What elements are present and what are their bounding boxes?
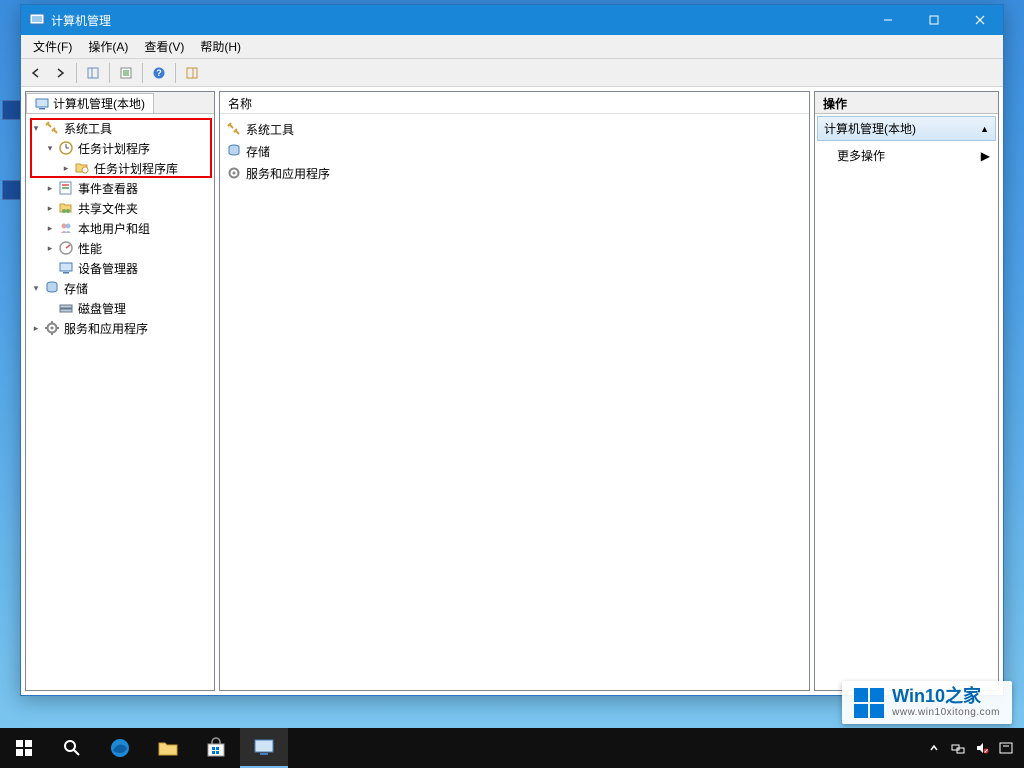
expander-icon[interactable]: ▸: [44, 202, 56, 214]
actions-more[interactable]: 更多操作 ▶: [815, 143, 998, 168]
tree-performance[interactable]: ▸ 性能: [28, 238, 212, 258]
list-item-system-tools[interactable]: 系统工具: [226, 118, 803, 140]
storage-icon: [226, 143, 242, 159]
forward-button[interactable]: [49, 62, 71, 84]
tree-root-label: 计算机管理(本地): [53, 95, 145, 112]
tree-device-manager[interactable]: ▸ 设备管理器: [28, 258, 212, 278]
show-hide-tree-button[interactable]: [82, 62, 104, 84]
expander-icon[interactable]: ▸: [44, 182, 56, 194]
expander-icon[interactable]: ▸: [30, 322, 42, 334]
tray-network-icon[interactable]: [950, 740, 966, 756]
list-item-services-apps[interactable]: 服务和应用程序: [226, 162, 803, 184]
expander-icon[interactable]: ▸: [44, 242, 56, 254]
close-button[interactable]: [957, 5, 1003, 35]
menu-action[interactable]: 操作(A): [80, 35, 136, 58]
tree-event-viewer[interactable]: ▸ 事件查看器: [28, 178, 212, 198]
tree: ▾ 系统工具 ▾ 任务计划程序 ▸ 任务计划程序库 ▸ 事: [26, 114, 214, 690]
start-button[interactable]: [0, 728, 48, 768]
tools-icon: [44, 120, 60, 136]
watermark-main: Win10之家: [892, 687, 1000, 707]
device-manager-icon: [58, 260, 74, 276]
tools-icon: [226, 121, 242, 137]
back-button[interactable]: [25, 62, 47, 84]
actions-pane: 操作 计算机管理(本地) ▲ 更多操作 ▶: [814, 91, 999, 691]
computer-management-window: 计算机管理 文件(F) 操作(A) 查看(V) 帮助(H) ? 计算机管: [20, 4, 1004, 696]
clock-icon: [58, 140, 74, 156]
maximize-button[interactable]: [911, 5, 957, 35]
minimize-button[interactable]: [865, 5, 911, 35]
taskbar-computer-management[interactable]: [240, 728, 288, 768]
tree-task-scheduler[interactable]: ▾ 任务计划程序: [28, 138, 212, 158]
menubar: 文件(F) 操作(A) 查看(V) 帮助(H): [21, 35, 1003, 59]
titlebar[interactable]: 计算机管理: [21, 5, 1003, 35]
taskbar: [0, 728, 1024, 768]
storage-icon: [44, 280, 60, 296]
tree-disk-management[interactable]: ▸ 磁盘管理: [28, 298, 212, 318]
collapse-icon: ▲: [980, 124, 989, 134]
expander-icon[interactable]: ▸: [60, 162, 72, 174]
chevron-right-icon: ▶: [981, 149, 990, 163]
watermark-url: www.win10xitong.com: [892, 707, 1000, 718]
tree-root-tab[interactable]: 计算机管理(本地): [26, 93, 154, 113]
column-header-name[interactable]: 名称: [220, 92, 809, 114]
list-item-storage[interactable]: 存储: [226, 140, 803, 162]
users-icon: [58, 220, 74, 236]
services-icon: [44, 320, 60, 336]
window-title: 计算机管理: [51, 12, 865, 29]
watermark: Win10之家 www.win10xitong.com: [842, 681, 1012, 724]
tree-system-tools[interactable]: ▾ 系统工具: [28, 118, 212, 138]
shared-folder-icon: [58, 200, 74, 216]
taskbar-store[interactable]: [192, 728, 240, 768]
help-button[interactable]: ?: [148, 62, 170, 84]
tree-services-apps[interactable]: ▸ 服务和应用程序: [28, 318, 212, 338]
tree-local-users[interactable]: ▸ 本地用户和组: [28, 218, 212, 238]
app-icon: [29, 12, 45, 28]
expander-icon[interactable]: ▾: [30, 282, 42, 294]
expander-icon[interactable]: ▸: [44, 222, 56, 234]
properties-button[interactable]: [115, 62, 137, 84]
expander-icon[interactable]: ▾: [44, 142, 56, 154]
windows-logo-icon: [854, 688, 884, 718]
toolbar: ?: [21, 59, 1003, 87]
tree-storage[interactable]: ▾ 存储: [28, 278, 212, 298]
expander-icon[interactable]: ▾: [30, 122, 42, 134]
taskbar-explorer[interactable]: [144, 728, 192, 768]
disk-mgmt-icon: [58, 300, 74, 316]
performance-icon: [58, 240, 74, 256]
svg-text:?: ?: [156, 68, 162, 78]
system-tray[interactable]: [926, 740, 1024, 756]
tree-shared-folders[interactable]: ▸ 共享文件夹: [28, 198, 212, 218]
list-pane: 名称 系统工具 存储 服务和应用程序: [219, 91, 810, 691]
event-viewer-icon: [58, 180, 74, 196]
menu-file[interactable]: 文件(F): [25, 35, 80, 58]
actions-header: 操作: [815, 92, 998, 114]
tree-pane: 计算机管理(本地) ▾ 系统工具 ▾ 任务计划程序 ▸ 任务计划程序库: [25, 91, 215, 691]
menu-view[interactable]: 查看(V): [136, 35, 192, 58]
search-button[interactable]: [48, 728, 96, 768]
menu-help[interactable]: 帮助(H): [192, 35, 249, 58]
computer-icon: [35, 97, 49, 111]
tray-volume-icon[interactable]: [974, 740, 990, 756]
show-hide-action-button[interactable]: [181, 62, 203, 84]
tree-task-scheduler-library[interactable]: ▸ 任务计划程序库: [28, 158, 212, 178]
tray-chevron-icon[interactable]: [926, 740, 942, 756]
tray-ime-icon[interactable]: [998, 740, 1014, 756]
taskbar-edge[interactable]: [96, 728, 144, 768]
actions-context[interactable]: 计算机管理(本地) ▲: [817, 116, 996, 141]
services-icon: [226, 165, 242, 181]
folder-clock-icon: [74, 160, 90, 176]
